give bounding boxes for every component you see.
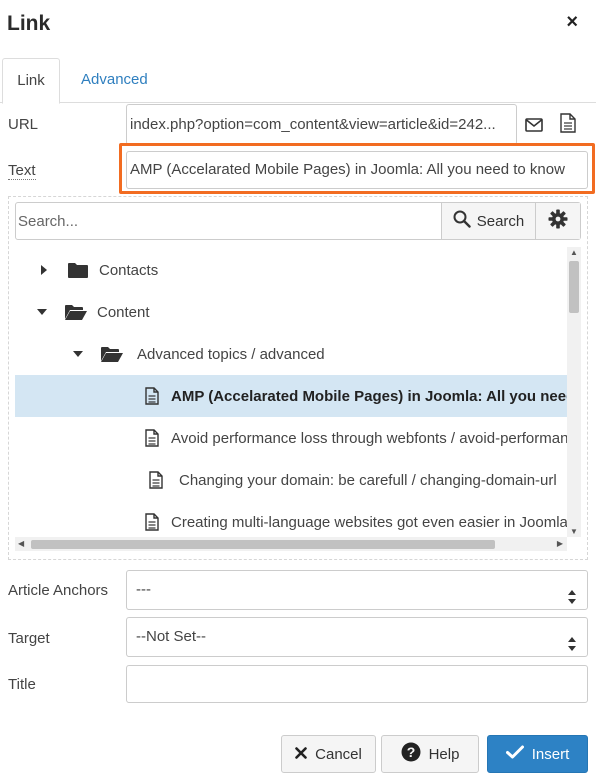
target-select[interactable]: --Not Set-- <box>126 617 588 657</box>
settings-button[interactable] <box>535 203 580 239</box>
anchors-select[interactable]: --- <box>126 570 588 610</box>
tree-item-article[interactable]: Avoid performance loss through webfonts … <box>15 417 567 459</box>
close-icon <box>295 746 307 763</box>
tree-item-contacts[interactable]: Contacts <box>15 249 567 291</box>
tree-item-content[interactable]: Content <box>15 291 567 333</box>
horizontal-scroll-thumb[interactable] <box>31 540 495 549</box>
svg-text:?: ? <box>406 744 415 760</box>
vertical-scrollbar[interactable]: ▲ ▼ <box>567 247 581 537</box>
tree-item-article[interactable]: Creating multi-language websites got eve… <box>15 501 567 537</box>
scroll-right-icon[interactable]: ▶ <box>557 539 563 548</box>
caret-down-icon[interactable] <box>37 309 47 315</box>
folder-open-icon <box>65 304 87 320</box>
question-icon: ? <box>401 742 421 766</box>
cancel-button-label: Cancel <box>315 745 362 763</box>
search-input[interactable] <box>16 203 441 239</box>
tree-item-label: Content <box>97 303 150 321</box>
horizontal-scrollbar[interactable]: ◀ ▶ <box>15 537 567 551</box>
article-tree: Contacts Content Advanced topics / advan… <box>15 247 567 537</box>
tab-link[interactable]: Link <box>2 58 60 104</box>
folder-open-icon <box>101 346 123 362</box>
title-label: Title <box>8 676 36 693</box>
gear-icon <box>548 209 568 234</box>
target-label: Target <box>8 630 50 647</box>
url-label: URL <box>8 116 39 133</box>
tree-item-label: AMP (Accelarated Mobile Pages) in Joomla… <box>171 387 567 405</box>
target-select-value: --Not Set-- <box>136 628 207 645</box>
email-icon[interactable] <box>522 113 546 137</box>
help-button-label: Help <box>428 745 460 763</box>
vertical-scroll-thumb[interactable] <box>569 261 579 313</box>
document-icon <box>145 471 167 489</box>
tree-item-article-selected[interactable]: AMP (Accelarated Mobile Pages) in Joomla… <box>15 375 567 417</box>
tree-item-label: Creating multi-language websites got eve… <box>171 513 567 531</box>
file-icon[interactable] <box>556 111 580 135</box>
link-dialog: Link × Link Advanced URL index.php?optio… <box>0 0 596 780</box>
search-button-label: Search <box>476 212 525 230</box>
select-arrows-icon <box>568 582 576 604</box>
close-icon[interactable]: × <box>566 10 578 34</box>
url-field[interactable]: index.php?option=com_content&view=articl… <box>126 104 517 145</box>
tree-item-label: Changing your domain: be carefull / chan… <box>179 471 557 489</box>
help-button[interactable]: ? Help <box>381 735 479 773</box>
search-bar: Search <box>15 202 581 240</box>
scroll-down-icon[interactable]: ▼ <box>570 527 578 536</box>
insert-button-label: Insert <box>531 745 570 763</box>
tree-item-label: Advanced topics / advanced <box>137 345 325 363</box>
insert-button[interactable]: Insert <box>487 735 588 773</box>
title-input[interactable] <box>126 665 588 703</box>
tree-item-label: Contacts <box>99 261 159 279</box>
text-label-text: Text <box>8 162 36 180</box>
select-arrows-icon <box>568 629 576 651</box>
caret-right-icon[interactable] <box>39 265 49 275</box>
article-browser: Search... Search Contacts Content Advanc… <box>8 196 588 560</box>
tab-bar: Link Advanced <box>0 58 596 104</box>
tree-item-label: Avoid performance loss through webfonts … <box>171 429 567 447</box>
scroll-left-icon[interactable]: ◀ <box>18 539 24 548</box>
text-label: Text <box>8 162 36 180</box>
tab-advanced[interactable]: Advanced <box>67 58 162 104</box>
caret-down-icon[interactable] <box>73 351 83 357</box>
folder-icon <box>67 262 89 278</box>
dialog-title: Link <box>7 12 51 35</box>
scroll-up-icon[interactable]: ▲ <box>570 248 578 257</box>
search-button[interactable]: Search <box>441 203 535 239</box>
tree-item-article[interactable]: Changing your domain: be carefull / chan… <box>15 459 567 501</box>
document-icon <box>145 429 159 447</box>
anchors-select-value: --- <box>136 581 151 598</box>
document-icon <box>145 513 159 531</box>
cancel-button[interactable]: Cancel <box>281 735 376 773</box>
search-icon <box>453 210 471 232</box>
anchors-label: Article Anchors <box>8 582 109 599</box>
tree-item-advanced-topics[interactable]: Advanced topics / advanced <box>15 333 567 375</box>
document-icon <box>145 387 159 405</box>
check-icon <box>505 745 524 763</box>
text-field[interactable]: AMP (Accelarated Mobile Pages) in Joomla… <box>126 151 588 189</box>
